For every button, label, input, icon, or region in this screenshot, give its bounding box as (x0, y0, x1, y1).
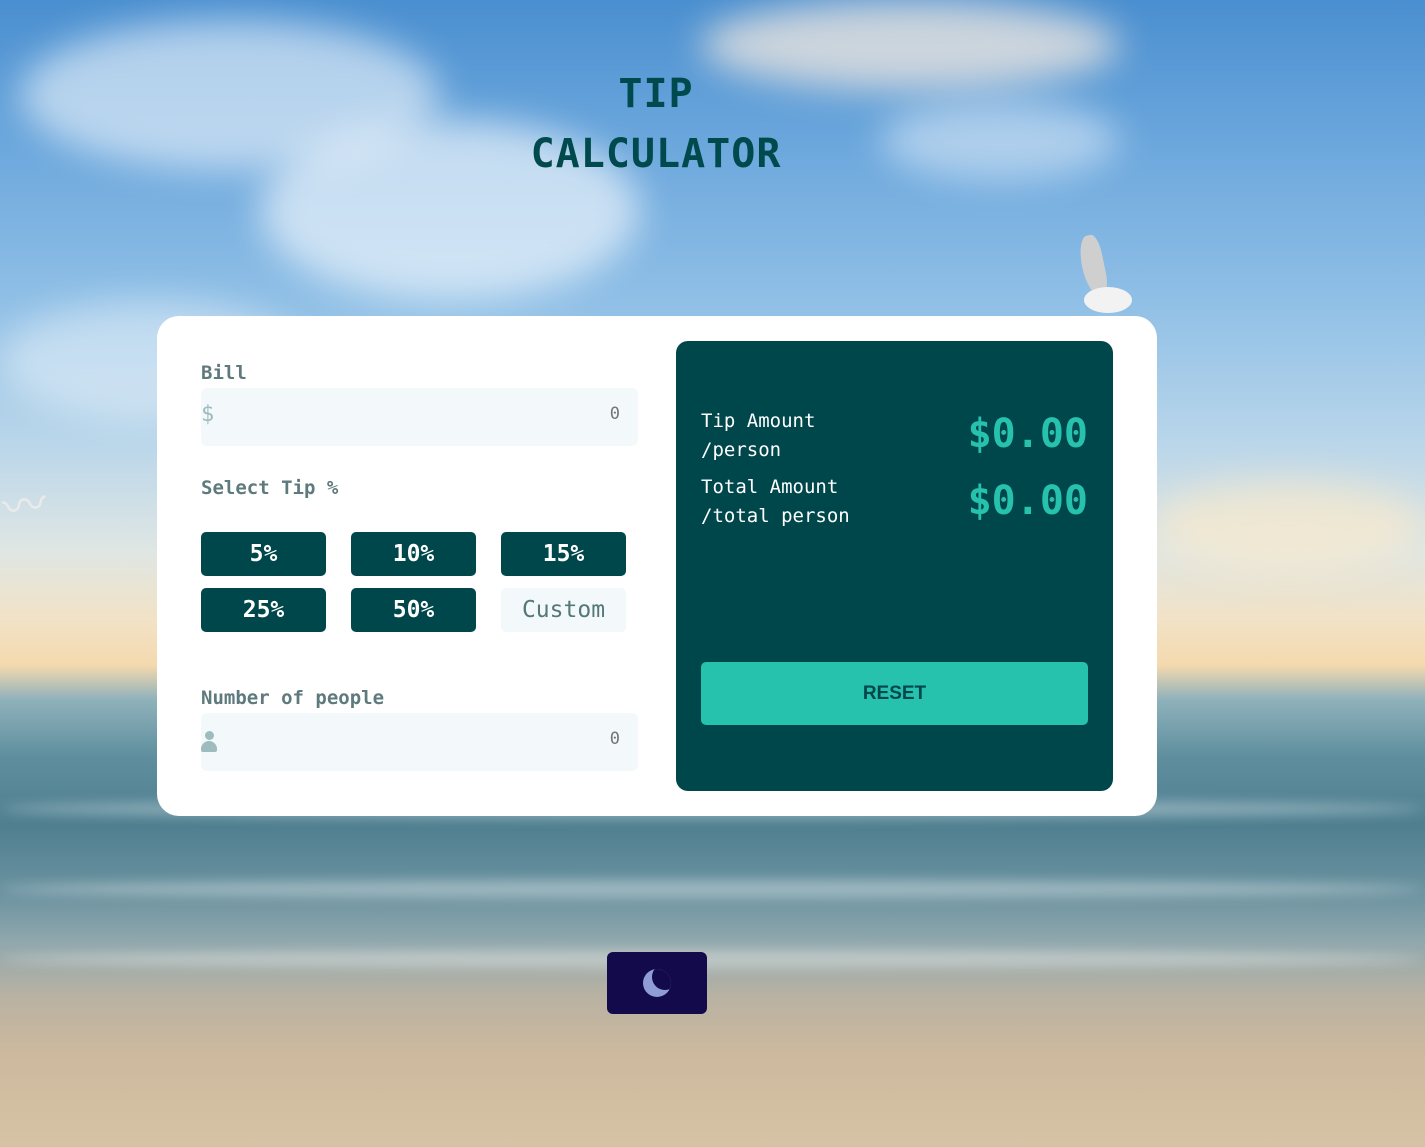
total-amount-title: Total Amount (701, 476, 839, 498)
tip-5-button[interactable]: 5% (201, 532, 326, 576)
person-icon (201, 731, 217, 753)
tip-amount-label: Tip Amount /person (701, 407, 815, 465)
wave (0, 950, 1425, 968)
tip-amount-title: Tip Amount (701, 410, 816, 432)
tip-25-button[interactable]: 25% (201, 588, 326, 632)
dollar-icon: $ (201, 402, 215, 427)
tip-50-button[interactable]: 50% (351, 588, 476, 632)
reset-button[interactable]: RESET (701, 662, 1088, 725)
calculator-card: Bill $ Select Tip % 5% 10% 15% 25% 50% C… (157, 316, 1157, 816)
wave (0, 880, 1425, 898)
title-line-2: CALCULATOR (530, 131, 782, 177)
total-amount-value: $0.00 (967, 478, 1088, 524)
total-amount-label: Total Amount /total person (701, 473, 850, 531)
people-input[interactable] (260, 729, 620, 749)
results-panel: Tip Amount /person $0.00 Total Amount /t… (676, 341, 1113, 791)
seagull-icon: 〰 (0, 478, 50, 535)
bill-input[interactable] (260, 404, 620, 424)
people-field (201, 713, 638, 771)
bill-field: $ (201, 388, 638, 446)
total-amount-sub: /total person (701, 505, 850, 527)
bill-label: Bill (201, 362, 247, 384)
seagull-icon (1074, 233, 1134, 320)
theme-toggle-button[interactable] (607, 952, 707, 1014)
page-title: TIP CALCULATOR (0, 64, 1312, 184)
custom-tip-input[interactable]: Custom (501, 588, 626, 632)
tip-15-button[interactable]: 15% (501, 532, 626, 576)
select-tip-label: Select Tip % (201, 477, 339, 499)
cloud (1150, 480, 1425, 570)
tip-10-button[interactable]: 10% (351, 532, 476, 576)
tip-amount-value: $0.00 (967, 411, 1088, 457)
tip-amount-sub: /person (701, 439, 782, 461)
people-label: Number of people (201, 687, 385, 709)
title-line-1: TIP (618, 71, 694, 117)
moon-icon (643, 969, 671, 997)
